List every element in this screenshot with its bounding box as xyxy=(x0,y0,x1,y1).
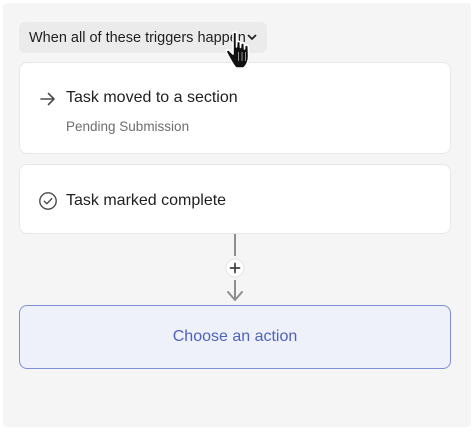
trigger-card-task-moved[interactable]: Task moved to a section Pending Submissi… xyxy=(19,62,451,154)
check-circle-icon xyxy=(39,192,57,210)
trigger-title: Task marked complete xyxy=(66,192,227,209)
add-step-button[interactable] xyxy=(225,258,245,278)
trigger-title: Task moved to a section xyxy=(66,89,238,106)
choose-action-button[interactable]: Choose an action xyxy=(19,305,451,369)
arrow-right-icon xyxy=(40,92,55,106)
choose-action-label: Choose an action xyxy=(172,328,298,345)
trigger-mode-label: When all of these triggers happen xyxy=(29,29,246,46)
trigger-subtitle: Pending Submission xyxy=(66,119,190,134)
hand-pointer-cursor-icon xyxy=(225,31,250,69)
trigger-card-task-completed[interactable]: Task marked complete xyxy=(19,164,451,234)
